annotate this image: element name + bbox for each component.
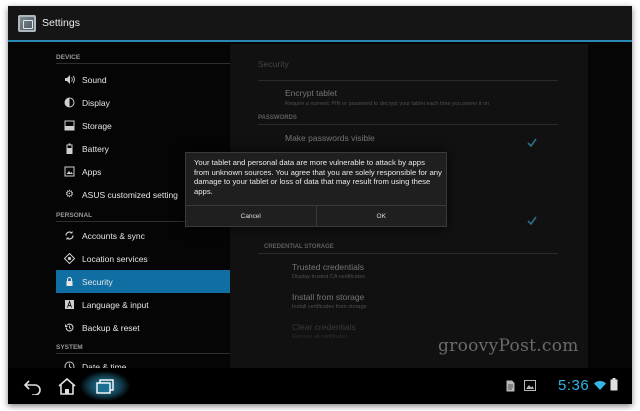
make-passwords-visible-checkbox[interactable] (527, 138, 537, 147)
sidebar-item-accounts-sync[interactable]: Accounts & sync (56, 224, 230, 247)
app-title: Settings (42, 17, 80, 29)
sidebar-item-storage[interactable]: Storage (56, 114, 230, 137)
install-from-storage-title[interactable]: Install from storage (292, 292, 364, 302)
watermark: groovyPost.com (438, 336, 579, 356)
dialog-button-bar: Cancel OK (186, 205, 446, 227)
storage-icon (64, 120, 75, 131)
make-passwords-visible-title[interactable]: Make passwords visible (285, 133, 375, 143)
speaker-icon (64, 74, 75, 85)
panel-title: Security (258, 59, 289, 69)
unknown-sources-dialog: Your tablet and personal data are more v… (185, 152, 447, 227)
sidebar-item-label: Sound (82, 74, 107, 85)
clock[interactable]: 5:36 (558, 377, 589, 394)
settings-app-icon[interactable] (18, 15, 36, 32)
sidebar-item-label: Display (82, 97, 110, 108)
home-icon[interactable] (56, 377, 78, 395)
sidebar-item-location-services[interactable]: Location services (56, 247, 230, 270)
clear-credentials-subtitle: Remove all certificates (292, 334, 348, 340)
gear-icon: ⚙ (65, 189, 74, 200)
system-bar: 5:36 (8, 368, 632, 404)
section-header-system: SYSTEM (56, 340, 230, 354)
sidebar-item-label: Apps (82, 166, 102, 177)
clear-credentials-title: Clear credentials (292, 322, 356, 332)
sidebar-item-label: Battery (82, 143, 109, 154)
credential-storage-section-header: CREDENTIAL STORAGE (264, 244, 334, 250)
recent-apps-icon (96, 379, 114, 394)
divider (258, 80, 558, 81)
sidebar-item-label: Accounts & sync (82, 230, 145, 241)
wifi-icon (594, 381, 606, 390)
cancel-button[interactable]: Cancel (186, 206, 316, 227)
sidebar-item-label: Location services (82, 253, 148, 264)
file-icon (506, 380, 515, 392)
sidebar-item-backup-reset[interactable]: Backup & reset (56, 316, 230, 339)
sidebar-item-label: Security (82, 276, 113, 287)
sidebar-item-display[interactable]: Display (56, 91, 230, 114)
section-header-device: DEVICE (56, 50, 230, 64)
battery-icon (64, 143, 75, 154)
divider (258, 124, 558, 125)
language-icon (64, 299, 75, 310)
sidebar-item-label: ASUS customized setting (82, 189, 178, 200)
trusted-credentials-title[interactable]: Trusted credentials (292, 262, 364, 272)
encrypt-tablet-title[interactable]: Encrypt tablet (285, 88, 337, 98)
trusted-credentials-subtitle: Display trusted CA certificates (292, 274, 366, 280)
location-icon (64, 253, 75, 264)
sidebar-item-sound[interactable]: Sound (56, 68, 230, 91)
install-from-storage-subtitle: Install certificates from storage (292, 304, 367, 310)
divider (258, 253, 558, 254)
sync-icon (64, 230, 75, 241)
recent-apps-button[interactable] (80, 371, 130, 401)
passwords-section-header: PASSWORDS (258, 115, 297, 121)
unknown-sources-checkbox[interactable] (527, 216, 537, 225)
sidebar-item-language-input[interactable]: Language & input (56, 293, 230, 316)
back-icon[interactable] (22, 377, 44, 395)
sidebar-item-security[interactable]: Security (56, 270, 230, 293)
backup-icon (64, 322, 75, 333)
apps-icon (64, 166, 75, 177)
dialog-message: Your tablet and personal data are more v… (194, 158, 442, 196)
sidebar-item-label: Language & input (82, 299, 149, 310)
sidebar-item-label: Backup & reset (82, 322, 140, 333)
image-icon (524, 380, 536, 391)
lock-icon (64, 276, 75, 287)
battery-status-icon (610, 378, 618, 391)
action-bar: Settings (8, 6, 632, 42)
display-icon (64, 97, 75, 108)
encrypt-tablet-subtitle: Require a numeric PIN or password to dec… (285, 101, 490, 107)
sidebar-item-label: Storage (82, 120, 112, 131)
tablet-screen: Settings DEVICE Sound Display Storage Ba… (8, 6, 632, 404)
ok-button[interactable]: OK (315, 206, 447, 227)
